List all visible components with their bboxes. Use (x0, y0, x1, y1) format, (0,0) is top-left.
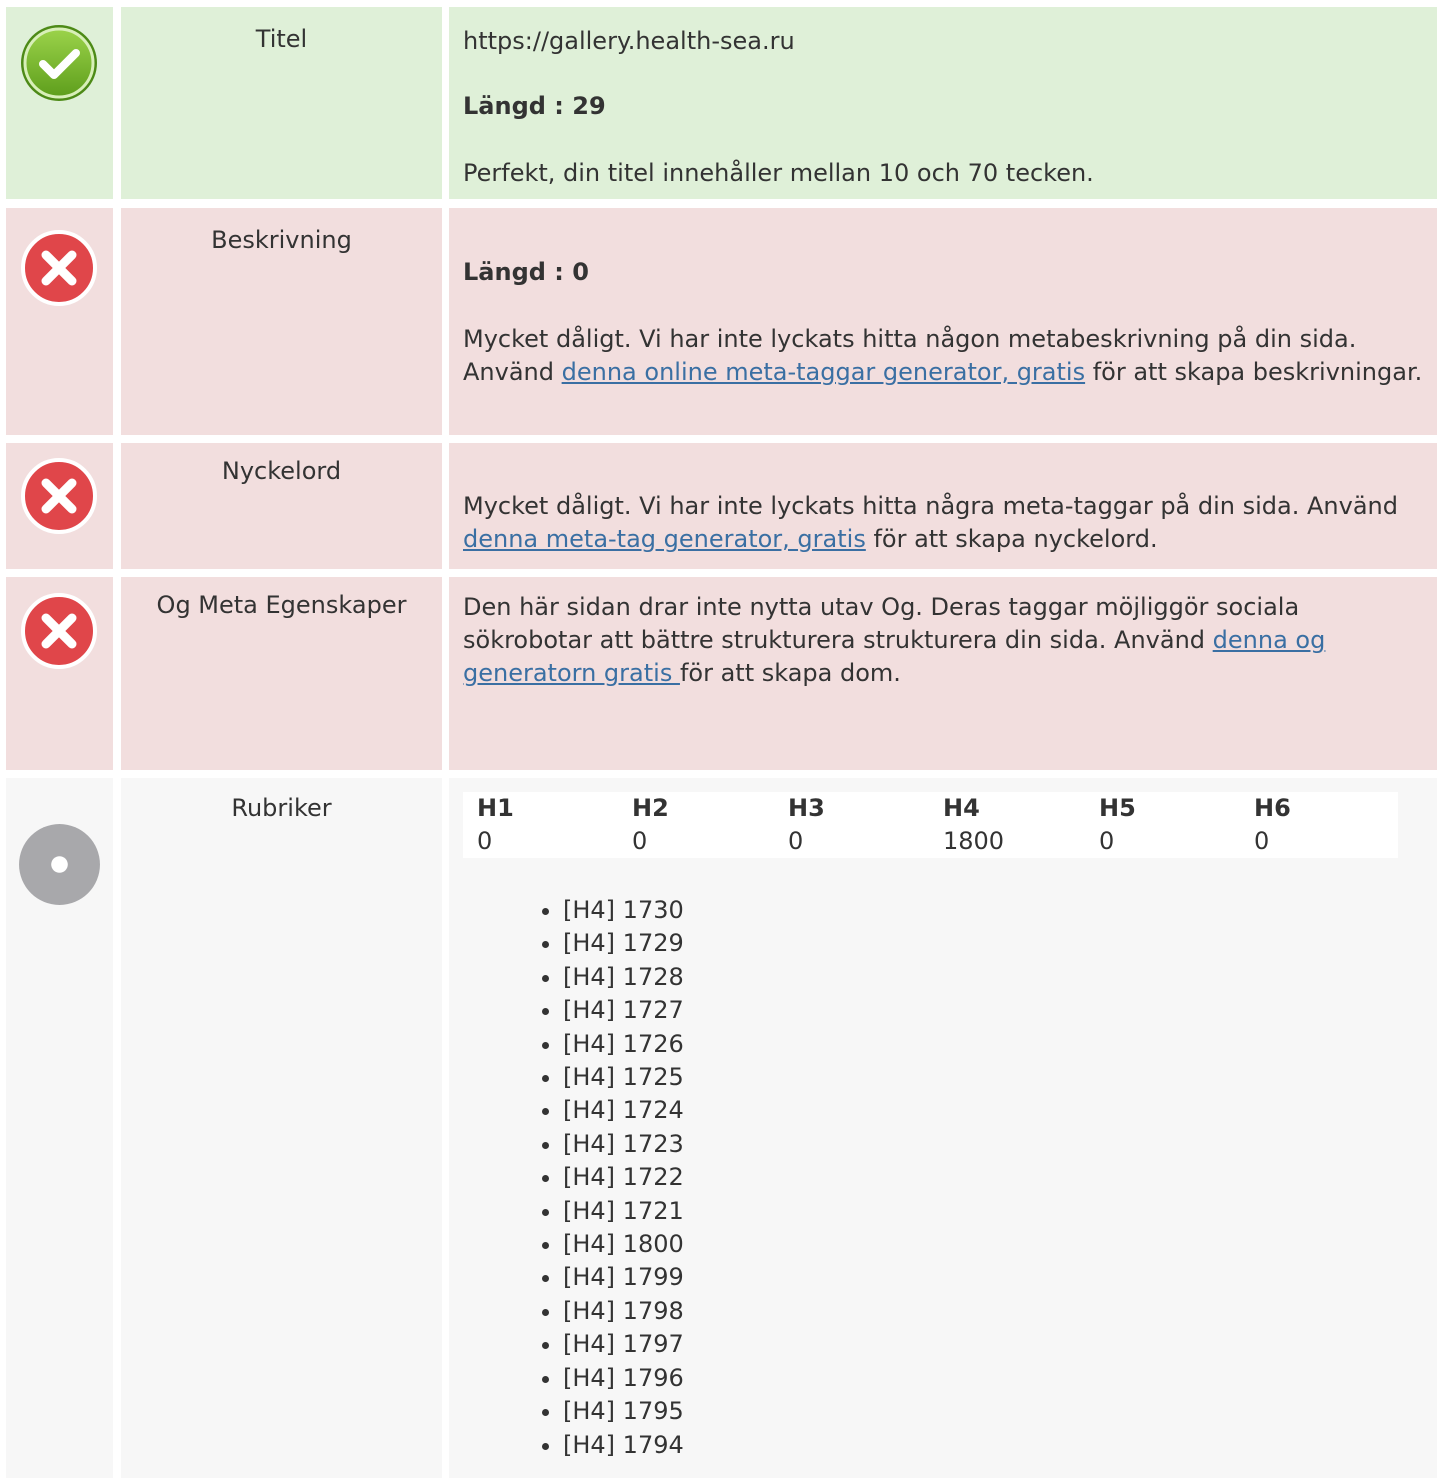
heading-level: H6 (1254, 794, 1291, 822)
list-item: [H4] 1798 (563, 1295, 1423, 1328)
seo-row-headings: Rubriker H1 0 H2 0 H3 0 H4 1800 H5 0 H6 … (6, 778, 1437, 1478)
og-message: Den här sidan drar inte nytta utav Og. D… (463, 591, 1423, 690)
message-text: för att skapa nyckelord. (865, 525, 1158, 553)
row-label: Rubriker (121, 778, 442, 1478)
heading-level: H3 (788, 794, 825, 822)
list-item: [H4] 1728 (563, 961, 1423, 994)
message-text: Mycket dåligt. Vi har inte lyckats hitta… (463, 492, 1398, 520)
list-item: [H4] 1795 (563, 1395, 1423, 1428)
message-text: för att skapa beskrivningar. (1085, 358, 1423, 386)
heading-count: 1800 (943, 827, 1005, 855)
status-cell (6, 7, 113, 199)
heading-level: H5 (1099, 794, 1136, 822)
meta-generator-link[interactable]: denna online meta-taggar generator, grat… (562, 358, 1085, 386)
list-item: [H4] 1722 (563, 1161, 1423, 1194)
list-item: [H4] 1725 (563, 1061, 1423, 1094)
heading-col-h4: H4 1800 (929, 792, 1093, 858)
heading-count: 0 (788, 827, 804, 855)
keywords-message: Mycket dåligt. Vi har inte lyckats hitta… (463, 490, 1423, 556)
description-length: Längd : 0 (463, 258, 589, 286)
status-cell (6, 208, 113, 435)
heading-col-h2: H2 0 (618, 792, 782, 858)
heading-count: 0 (1099, 827, 1115, 855)
status-cell (6, 577, 113, 770)
status-cell (6, 443, 113, 569)
check-circle-icon (21, 25, 97, 101)
heading-col-h6: H6 0 (1240, 792, 1404, 858)
message-text: för att skapa dom. (679, 659, 901, 687)
seo-row-keywords: Nyckelord Mycket dåligt. Vi har inte lyc… (6, 443, 1437, 569)
heading-count: 0 (632, 827, 648, 855)
heading-col-h1: H1 0 (463, 792, 627, 858)
error-x-icon (21, 458, 97, 534)
list-item: [H4] 1724 (563, 1094, 1423, 1127)
error-x-icon (21, 230, 97, 306)
list-item: [H4] 1730 (563, 894, 1423, 927)
row-content: Mycket dåligt. Vi har inte lyckats hitta… (449, 443, 1437, 569)
heading-count: 0 (477, 827, 493, 855)
seo-row-description: Beskrivning Längd : 0 Mycket dåligt. Vi … (6, 208, 1437, 435)
seo-row-og: Og Meta Egenskaper Den här sidan drar in… (6, 577, 1437, 770)
list-item: [H4] 1800 (563, 1228, 1423, 1261)
row-label: Og Meta Egenskaper (121, 577, 442, 770)
list-item: [H4] 1797 (563, 1328, 1423, 1361)
list-item: [H4] 1723 (563, 1128, 1423, 1161)
status-cell (6, 778, 113, 1478)
row-label: Titel (121, 7, 442, 199)
headings-list: [H4] 1730 [H4] 1729 [H4] 1728 [H4] 1727 … (463, 894, 1423, 1462)
list-item: [H4] 1721 (563, 1195, 1423, 1228)
meta-tag-generator-link[interactable]: denna meta-tag generator, gratis (463, 525, 866, 553)
row-content: H1 0 H2 0 H3 0 H4 1800 H5 0 H6 0 • [H4] … (449, 778, 1437, 1478)
row-content: https://gallery.health-sea.ru Längd : 29… (449, 7, 1437, 199)
row-content: Den här sidan drar inte nytta utav Og. D… (449, 577, 1437, 770)
heading-col-h5: H5 0 (1085, 792, 1249, 858)
title-length: Längd : 29 (463, 92, 606, 120)
row-label: Nyckelord (121, 443, 442, 569)
row-label: Beskrivning (121, 208, 442, 435)
list-item: [H4] 1799 (563, 1261, 1423, 1294)
heading-level: H4 (943, 794, 980, 822)
heading-col-h3: H3 0 (774, 792, 938, 858)
row-content: Längd : 0 Mycket dåligt. Vi har inte lyc… (449, 208, 1437, 435)
list-item: [H4] 1729 (563, 927, 1423, 960)
title-message: Perfekt, din titel innehåller mellan 10 … (463, 159, 1094, 187)
title-value: https://gallery.health-sea.ru (463, 27, 795, 55)
description-message: Mycket dåligt. Vi har inte lyckats hitta… (463, 323, 1423, 389)
message-text: Den här sidan drar inte nytta utav Og. D… (463, 593, 1300, 654)
list-item: [H4] 1727 (563, 994, 1423, 1027)
headings-table: H1 0 H2 0 H3 0 H4 1800 H5 0 H6 0 (463, 792, 1398, 858)
list-item: [H4] 1794 (563, 1429, 1423, 1462)
heading-level: H1 (477, 794, 514, 822)
error-x-icon (21, 593, 97, 669)
seo-row-title: Titel https://gallery.health-sea.ru Läng… (6, 7, 1437, 199)
heading-count: 0 (1254, 827, 1270, 855)
list-item: [H4] 1796 (563, 1362, 1423, 1395)
list-item: [H4] 1726 (563, 1028, 1423, 1061)
heading-level: H2 (632, 794, 669, 822)
info-dot-icon (19, 824, 100, 905)
